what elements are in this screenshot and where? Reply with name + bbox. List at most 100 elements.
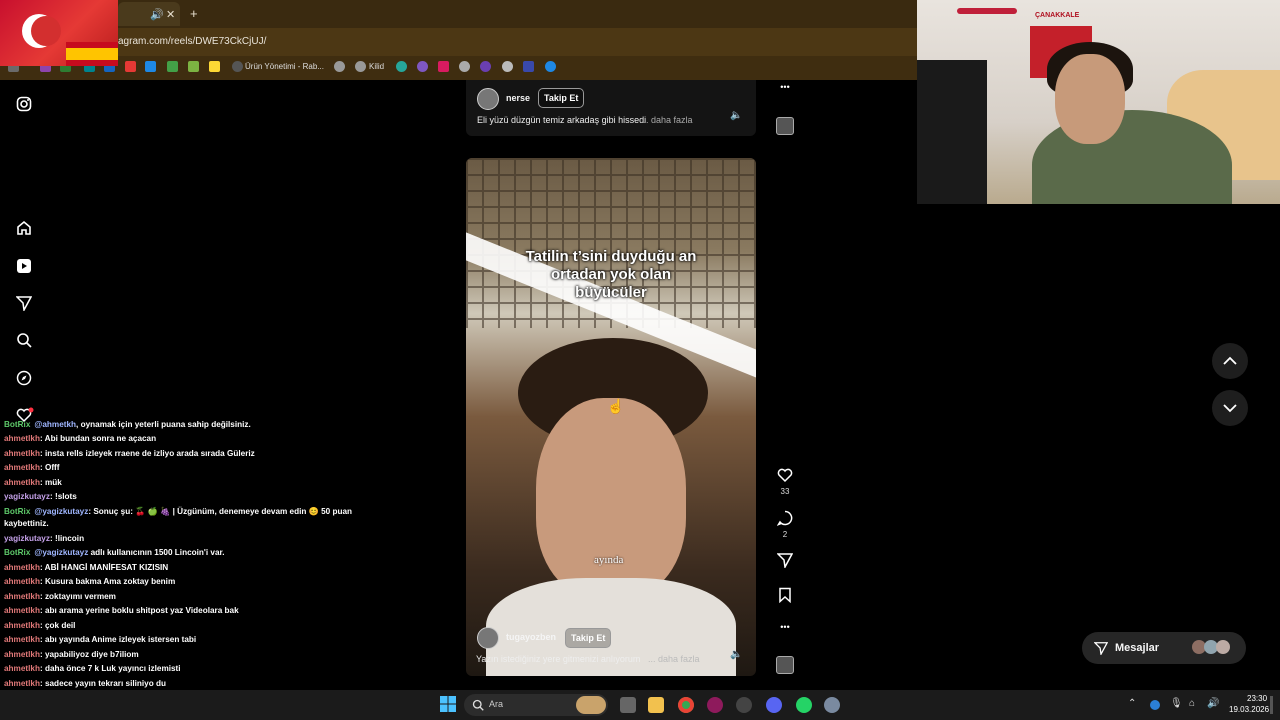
direct-send-icon[interactable] xyxy=(16,295,32,311)
reel-username[interactable]: nerse xyxy=(506,93,530,103)
bookmark-icon[interactable] xyxy=(480,61,491,72)
reel-overlay-text: Tatilin t’sini duyduğu an ortadan yok ol… xyxy=(466,248,756,302)
bookmark-icon[interactable] xyxy=(209,61,220,72)
chat-text: : Sonuç şu: 🍒 🍏 🍇 | Üzgünüm, denemeye de… xyxy=(88,507,353,516)
like-heart-icon[interactable] xyxy=(777,467,793,483)
discord-icon[interactable] xyxy=(766,697,782,713)
windows-start-icon[interactable] xyxy=(440,696,456,712)
bookmark-icon[interactable] xyxy=(145,61,156,72)
audio-thumbnail[interactable] xyxy=(776,117,794,135)
taskbar-search[interactable]: Ara xyxy=(464,694,608,716)
reel-username[interactable]: tugayozben xyxy=(506,632,556,642)
reel-video-main[interactable]: Tatilin t’sini duyduğu an ortadan yok ol… xyxy=(466,158,756,676)
chat-username[interactable]: ahmetlkh xyxy=(4,635,40,644)
bookmark-icon[interactable] xyxy=(545,61,556,72)
bookmark-globe-icon[interactable] xyxy=(232,61,243,72)
chat-username[interactable]: ahmetlkh xyxy=(4,621,40,630)
bookmark-globe-icon[interactable] xyxy=(334,61,345,72)
stream-chat-overlay: BotRix @ahmetkh, oynamak için yeterli pua… xyxy=(0,418,420,720)
reel-card-previous[interactable]: nerse Takip Et Eli yüzü düzgün temiz ark… xyxy=(466,80,756,136)
explore-compass-icon[interactable] xyxy=(16,370,32,386)
share-icon[interactable] xyxy=(777,552,793,568)
chat-mention[interactable]: @yagizkutayz xyxy=(34,548,88,557)
avatar[interactable] xyxy=(477,88,499,110)
volume-icon[interactable]: 🔊 xyxy=(1207,698,1219,709)
microphone-icon[interactable]: 🎙 xyxy=(1170,698,1183,709)
chat-username[interactable]: yagizkutayz xyxy=(4,534,50,543)
volume-icon[interactable]: 🔈 xyxy=(730,649,742,660)
bookmark-label[interactable]: Kilid xyxy=(369,62,384,71)
chat-message: ahmetlkh: zoktayımı vermem xyxy=(4,592,116,601)
instagram-logo-icon[interactable] xyxy=(16,96,32,112)
clock-time[interactable]: 23:30 xyxy=(1247,694,1267,703)
more-options-icon[interactable]: ••• xyxy=(777,82,793,92)
next-reel-button[interactable] xyxy=(1212,390,1248,426)
chat-username[interactable]: ahmetlkh xyxy=(4,449,40,458)
previous-reel-button[interactable] xyxy=(1212,343,1248,379)
chat-username[interactable]: ahmetlkh xyxy=(4,434,40,443)
url-text[interactable]: agram.com/reels/DWE73CkCjUJ/ xyxy=(118,36,266,47)
home-icon[interactable] xyxy=(16,220,32,236)
tab-close-icon[interactable]: ✕ xyxy=(166,8,175,21)
chat-username[interactable]: ahmetlkh xyxy=(4,650,40,659)
clock-date[interactable]: 19.03.2026 xyxy=(1229,705,1269,714)
chat-message: yagizkutayz: !slots xyxy=(4,492,77,501)
search-icon[interactable] xyxy=(16,332,32,348)
bookmark-label[interactable]: Ürün Yönetimi - Rab... xyxy=(245,62,324,71)
follow-button[interactable]: Takip Et xyxy=(565,628,612,648)
follow-button[interactable]: Takip Et xyxy=(538,88,585,108)
chat-username[interactable]: ahmetlkh xyxy=(4,563,40,572)
chat-username[interactable]: ahmetlkh xyxy=(4,664,40,673)
tab-speaker-icon[interactable]: 🔊 xyxy=(150,8,164,21)
bookmark-icon[interactable] xyxy=(396,61,407,72)
chat-username[interactable]: BotRix xyxy=(4,548,30,557)
settings-gear-icon[interactable] xyxy=(824,697,840,713)
bookmark-icon[interactable] xyxy=(188,61,199,72)
chat-mention[interactable]: @yagizkutayz xyxy=(34,507,88,516)
chat-text: : mük xyxy=(39,478,62,487)
audio-thumbnail[interactable] xyxy=(776,656,794,674)
bookmark-icon[interactable] xyxy=(167,61,178,72)
file-explorer-icon[interactable] xyxy=(648,697,664,713)
chat-message: BotRix @ahmetkh, oynamak için yeterli pua… xyxy=(4,420,251,429)
chat-username[interactable]: ahmetlkh xyxy=(4,463,40,472)
more-caption-link[interactable]: ... daha fazla xyxy=(641,115,693,125)
messages-button[interactable]: Mesajlar xyxy=(1082,632,1246,664)
show-desktop-button[interactable] xyxy=(1270,696,1273,714)
opera-icon[interactable] xyxy=(707,697,723,713)
chat-text: : insta rells izleyek rraene de izliyo a… xyxy=(39,449,255,458)
youtube-bookmark-icon[interactable] xyxy=(125,61,136,72)
new-tab-button[interactable]: + xyxy=(190,6,198,21)
whatsapp-icon[interactable] xyxy=(796,697,812,713)
chat-username[interactable]: ahmetlkh xyxy=(4,592,40,601)
overlay-line: büyücüler xyxy=(575,284,647,301)
tray-app-icon[interactable] xyxy=(1150,700,1160,710)
network-icon[interactable]: ⌂ xyxy=(1189,698,1195,709)
chat-username[interactable]: ahmetlkh xyxy=(4,577,40,586)
chat-username[interactable]: BotRix xyxy=(4,507,30,516)
chat-text: : çok deil xyxy=(39,621,76,630)
instagram-bookmark-icon[interactable] xyxy=(438,61,449,72)
bookmark-icon[interactable] xyxy=(459,61,470,72)
chat-username[interactable]: yagizkutayz xyxy=(4,492,50,501)
more-caption-link[interactable]: ... daha fazla xyxy=(648,654,700,664)
chat-username[interactable]: BotRix xyxy=(4,420,30,429)
bookmark-icon[interactable] xyxy=(417,61,428,72)
avatar[interactable] xyxy=(477,627,499,649)
bookmark-globe-icon[interactable] xyxy=(355,61,366,72)
comment-icon[interactable] xyxy=(777,510,793,526)
reels-icon[interactable] xyxy=(16,258,32,274)
obs-icon[interactable] xyxy=(736,697,752,713)
tray-chevron-up-icon[interactable]: ⌃ xyxy=(1128,698,1136,709)
task-view-icon[interactable] xyxy=(620,697,636,713)
volume-icon[interactable]: 🔈 xyxy=(730,110,742,121)
chrome-icon[interactable] xyxy=(678,697,694,713)
chat-username[interactable]: ahmetlkh xyxy=(4,679,40,688)
bookmark-icon[interactable] xyxy=(523,61,534,72)
chat-username[interactable]: ahmetlkh xyxy=(4,606,40,615)
save-bookmark-icon[interactable] xyxy=(777,587,793,603)
chat-mention[interactable]: @ahmetkh xyxy=(34,420,76,429)
more-options-icon[interactable]: ••• xyxy=(777,622,793,632)
chat-username[interactable]: ahmetlkh xyxy=(4,478,40,487)
bookmark-icon[interactable] xyxy=(502,61,513,72)
